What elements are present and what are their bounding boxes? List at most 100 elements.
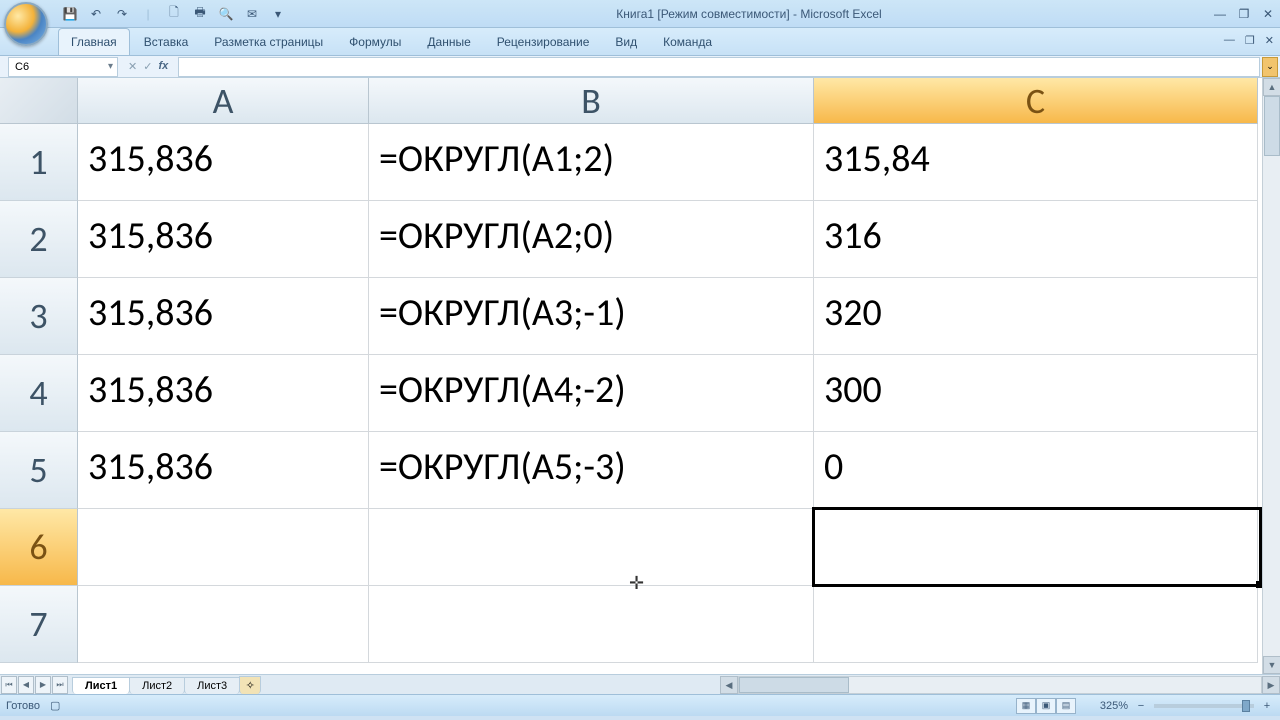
tab-insert[interactable]: Вставка xyxy=(132,29,201,55)
worksheet-grid: A B C 1 2 3 4 5 6 7 315,836 =ОКРУГЛ(A1;2… xyxy=(0,78,1280,674)
cell[interactable]: =ОКРУГЛ(A4;-2) xyxy=(369,355,814,432)
cell[interactable]: 315,836 xyxy=(78,201,369,278)
page-break-view-icon[interactable]: ▤ xyxy=(1056,698,1076,714)
cell[interactable] xyxy=(78,586,369,663)
undo-icon[interactable]: ↶ xyxy=(88,6,104,22)
wb-restore-icon[interactable]: ❐ xyxy=(1245,34,1255,47)
cell[interactable] xyxy=(369,509,814,586)
tab-nav-last-icon[interactable]: ⏭ xyxy=(52,676,68,694)
cell[interactable]: 316 xyxy=(814,201,1258,278)
wb-minimize-icon[interactable]: — xyxy=(1224,34,1235,47)
zoom-slider[interactable] xyxy=(1154,704,1254,708)
column-header-C[interactable]: C xyxy=(814,78,1258,124)
new-sheet-button[interactable]: ✧ xyxy=(239,676,261,694)
row-headers: 1 2 3 4 5 6 7 xyxy=(0,124,78,663)
preview-icon[interactable]: 🔍 xyxy=(218,6,234,22)
formula-input[interactable] xyxy=(178,57,1260,77)
cell[interactable]: =ОКРУГЛ(A5;-3) xyxy=(369,432,814,509)
vertical-scrollbar[interactable]: ▲ ▼ xyxy=(1262,78,1280,674)
scroll-left-icon[interactable]: ◀ xyxy=(720,676,738,694)
zoom-in-icon[interactable]: + xyxy=(1260,700,1274,712)
tab-page-layout[interactable]: Разметка страницы xyxy=(202,29,335,55)
row-header[interactable]: 3 xyxy=(0,278,78,355)
sheet-tab[interactable]: Лист1 xyxy=(72,677,130,694)
macro-record-icon[interactable]: ▢ xyxy=(50,699,60,712)
horizontal-scrollbar[interactable]: ◀ ▶ xyxy=(720,676,1280,694)
formula-bar: C6 ✕ ✓ fx ⌄ xyxy=(0,56,1280,78)
mail-icon[interactable]: ✉ xyxy=(244,6,260,22)
qat-dropdown-icon[interactable]: ▾ xyxy=(270,6,286,22)
tab-review[interactable]: Рецензирование xyxy=(485,29,602,55)
cell[interactable]: 320 xyxy=(814,278,1258,355)
scroll-down-icon[interactable]: ▼ xyxy=(1263,656,1280,674)
select-all-triangle[interactable] xyxy=(0,78,78,124)
tab-team[interactable]: Команда xyxy=(651,29,724,55)
new-icon[interactable]: 🗋 xyxy=(166,6,182,22)
minimize-icon[interactable]: — xyxy=(1212,6,1228,22)
tab-home[interactable]: Главная xyxy=(58,28,130,55)
row-header[interactable]: 6 xyxy=(0,509,78,586)
zoom-out-icon[interactable]: − xyxy=(1134,700,1148,712)
office-button[interactable] xyxy=(4,2,48,46)
title-bar: 💾 ↶ ↷ | 🗋 🖶 🔍 ✉ ▾ Книга1 [Режим совмести… xyxy=(0,0,1280,28)
cell[interactable]: 315,836 xyxy=(78,278,369,355)
sheet-tab-bar: ⏮ ◀ ▶ ⏭ Лист1 Лист2 Лист3 ✧ ◀ ▶ xyxy=(0,674,1280,694)
enter-icon: ✓ xyxy=(143,60,152,73)
cell[interactable] xyxy=(78,509,369,586)
cell[interactable] xyxy=(369,586,814,663)
quick-access-toolbar: 💾 ↶ ↷ | 🗋 🖶 🔍 ✉ ▾ xyxy=(62,6,286,22)
row-header[interactable]: 5 xyxy=(0,432,78,509)
ribbon-tabs: Главная Вставка Разметка страницы Формул… xyxy=(0,28,1280,56)
column-header-A[interactable]: A xyxy=(78,78,369,124)
row-header[interactable]: 2 xyxy=(0,201,78,278)
quickprint-icon[interactable]: 🖶 xyxy=(192,6,208,22)
row-header[interactable]: 4 xyxy=(0,355,78,432)
restore-icon[interactable]: ❐ xyxy=(1236,6,1252,22)
column-header-B[interactable]: B xyxy=(369,78,814,124)
cell[interactable]: =ОКРУГЛ(A2;0) xyxy=(369,201,814,278)
redo-icon[interactable]: ↷ xyxy=(114,6,130,22)
cell[interactable]: 315,836 xyxy=(78,432,369,509)
scroll-up-icon[interactable]: ▲ xyxy=(1263,78,1280,96)
status-text: Готово xyxy=(6,700,40,712)
cell[interactable]: =ОКРУГЛ(A1;2) xyxy=(369,124,814,201)
cell[interactable]: 0 xyxy=(814,432,1258,509)
cell[interactable]: 315,836 xyxy=(78,355,369,432)
sheet-tabs: Лист1 Лист2 Лист3 ✧ xyxy=(72,676,260,694)
scroll-right-icon[interactable]: ▶ xyxy=(1262,676,1280,694)
zoom-control: 325% − + xyxy=(1084,700,1274,712)
expand-formula-bar-icon[interactable]: ⌄ xyxy=(1262,57,1278,77)
name-box[interactable]: C6 xyxy=(8,57,118,77)
column-headers: A B C xyxy=(78,78,1258,124)
zoom-percent[interactable]: 325% xyxy=(1084,700,1128,712)
close-icon[interactable]: ✕ xyxy=(1260,6,1276,22)
tab-nav-next-icon[interactable]: ▶ xyxy=(35,676,51,694)
cell[interactable] xyxy=(814,586,1258,663)
view-buttons: ▦ ▣ ▤ xyxy=(1016,698,1076,714)
row-header[interactable]: 1 xyxy=(0,124,78,201)
cells: 315,836 =ОКРУГЛ(A1;2) 315,84 315,836 =ОК… xyxy=(78,124,1258,663)
page-layout-view-icon[interactable]: ▣ xyxy=(1036,698,1056,714)
cell[interactable]: 300 xyxy=(814,355,1258,432)
tab-nav-prev-icon[interactable]: ◀ xyxy=(18,676,34,694)
tab-nav-first-icon[interactable]: ⏮ xyxy=(1,676,17,694)
tab-formulas[interactable]: Формулы xyxy=(337,29,413,55)
cancel-icon: ✕ xyxy=(128,60,137,73)
status-bar: Готово ▢ ▦ ▣ ▤ 325% − + xyxy=(0,694,1280,716)
window-title: Книга1 [Режим совместимости] - Microsoft… xyxy=(286,7,1212,21)
tab-view[interactable]: Вид xyxy=(603,29,649,55)
fx-icon[interactable]: fx xyxy=(158,60,168,73)
cell[interactable]: 315,84 xyxy=(814,124,1258,201)
sheet-tab[interactable]: Лист3 xyxy=(184,677,240,694)
normal-view-icon[interactable]: ▦ xyxy=(1016,698,1036,714)
sheet-tab[interactable]: Лист2 xyxy=(129,677,185,694)
cell[interactable] xyxy=(814,509,1258,586)
workbook-window-controls: — ❐ ✕ xyxy=(1224,34,1274,47)
save-icon[interactable]: 💾 xyxy=(62,6,78,22)
qat-sep: | xyxy=(140,6,156,22)
tab-data[interactable]: Данные xyxy=(415,29,482,55)
cell[interactable]: =ОКРУГЛ(A3;-1) xyxy=(369,278,814,355)
cell[interactable]: 315,836 xyxy=(78,124,369,201)
row-header[interactable]: 7 xyxy=(0,586,78,663)
wb-close-icon[interactable]: ✕ xyxy=(1265,34,1274,47)
